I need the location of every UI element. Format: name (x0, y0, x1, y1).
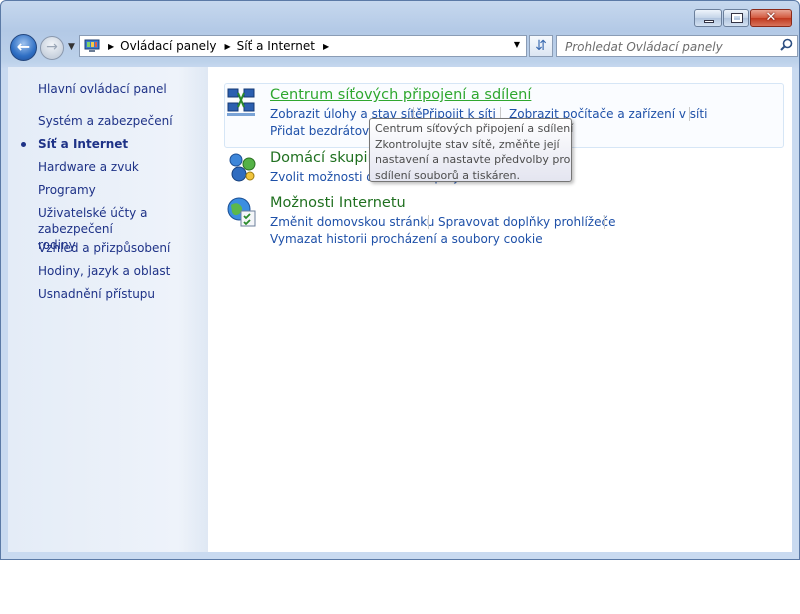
address-dropdown-icon[interactable]: ▼ (514, 40, 520, 49)
link-manage-add-ons[interactable]: Spravovat doplňky prohlížeče (438, 215, 615, 229)
link-delete-browsing-history[interactable]: Vymazat historii procházení a soubory co… (270, 232, 543, 246)
network-center-icon[interactable] (225, 85, 259, 119)
link-divider (604, 215, 605, 229)
maximize-icon (731, 13, 743, 23)
sidebar-item-network-internet[interactable]: Síť a Internet (38, 136, 128, 152)
link-divider (428, 215, 429, 229)
search-icon[interactable] (780, 38, 793, 55)
internet-options-icon[interactable] (225, 195, 259, 229)
homegroup-icon[interactable] (225, 150, 259, 184)
control-panel-window: ✕ ← → ▼ ▶ Ovládací panely ▶ Síť a Intern… (0, 0, 800, 560)
navigation-bar: ← → ▼ ▶ Ovládací panely ▶ Síť a Internet… (10, 34, 798, 61)
tooltip-line: nastavení a nastavte předvolby pro (375, 153, 571, 166)
close-button[interactable]: ✕ (750, 9, 792, 27)
sidebar-item-label: Uživatelské účty a zabezpečení (38, 206, 148, 236)
active-bullet-icon (21, 142, 26, 147)
recent-pages-dropdown[interactable]: ▼ (68, 42, 75, 52)
refresh-button[interactable]: ⇵ (529, 35, 553, 57)
address-bar[interactable]: ▶ Ovládací panely ▶ Síť a Internet ▶ ▼ (79, 35, 527, 57)
refresh-icon: ⇵ (535, 38, 547, 54)
link-divider (689, 107, 690, 121)
caption-buttons: ✕ (693, 9, 792, 27)
link-change-home-page[interactable]: Změnit domovskou stránku (270, 215, 434, 229)
tooltip-line: Zkontrolujte stav sítě, změňte její (375, 137, 560, 151)
category-title-internet-options[interactable]: Možnosti Internetu (270, 195, 406, 211)
sidebar-item-appearance[interactable]: Vzhled a přizpůsobení (38, 240, 170, 256)
close-icon: ✕ (765, 10, 777, 25)
control-panel-icon (84, 39, 100, 53)
forward-button[interactable]: → (40, 36, 64, 60)
back-arrow-icon: ← (16, 37, 31, 56)
maximize-button[interactable] (723, 9, 749, 27)
breadcrumb-control-panel[interactable]: Ovládací panely (120, 39, 216, 53)
forward-arrow-icon: → (46, 39, 58, 55)
minimize-button[interactable] (694, 9, 722, 27)
category-title-network-center[interactable]: Centrum síťových připojení a sdílení (270, 87, 531, 103)
tooltip-line: sdílení souborů a tiskáren. (375, 168, 521, 182)
sidebar-item-hardware-sound[interactable]: Hardware a zvuk (38, 159, 139, 175)
sidebar: Hlavní ovládací panel Systém a zabezpeče… (8, 67, 208, 552)
breadcrumb-separator-icon[interactable]: ▶ (323, 42, 329, 51)
minimize-icon (704, 20, 714, 23)
sidebar-item-clock-language-region[interactable]: Hodiny, jazyk a oblast (38, 263, 170, 279)
sidebar-item-programs[interactable]: Programy (38, 182, 96, 198)
sidebar-item-control-panel-home[interactable]: Hlavní ovládací panel (38, 81, 167, 97)
breadcrumb-network-internet[interactable]: Síť a Internet (237, 39, 315, 53)
breadcrumb-separator-icon[interactable]: ▶ (108, 42, 114, 51)
search-box[interactable] (556, 35, 798, 57)
back-button[interactable]: ← (10, 34, 37, 61)
tooltip: Centrum síťových připojení a sdílení Zko… (369, 118, 574, 182)
search-input[interactable] (563, 39, 777, 55)
breadcrumb-separator-icon[interactable]: ▶ (225, 42, 231, 51)
sidebar-item-system-security[interactable]: Systém a zabezpečení (38, 113, 173, 129)
sidebar-item-ease-of-access[interactable]: Usnadnění přístupu (38, 286, 155, 302)
tooltip-title: Centrum síťových připojení a sdílení (375, 122, 574, 135)
